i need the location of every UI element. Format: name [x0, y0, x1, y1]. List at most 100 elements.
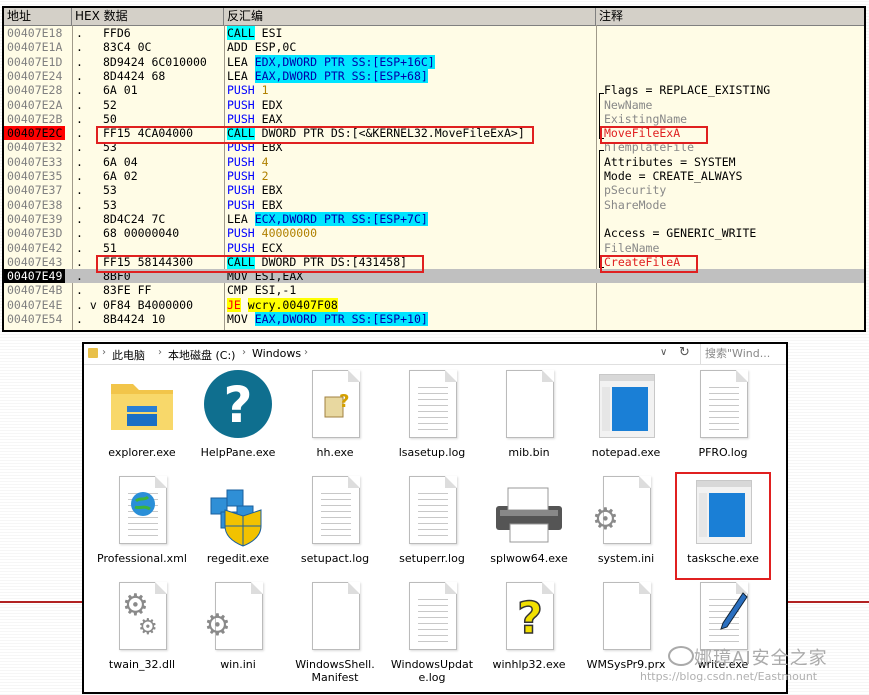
operands: ESI: [261, 26, 283, 40]
row-address: 00407E4B: [7, 283, 63, 298]
operands: EBX: [261, 197, 283, 212]
breadcrumb-local-disk[interactable]: 本地磁盘 (C:): [168, 347, 235, 363]
text-line-decoration: [709, 429, 739, 430]
row-disasm: CMP ESI,-1: [227, 283, 296, 297]
mnemonic: CALL: [227, 26, 255, 41]
row-hex: 0F84 B4000000: [103, 297, 194, 312]
disassembly-row[interactable]: 00407E18. FFD6 CALL ESI: [4, 26, 864, 41]
document-shape: [119, 476, 167, 544]
createfilea-comment-highlight: [600, 255, 698, 273]
disassembly-row[interactable]: 00407E37. 53 PUSH EBX pSecurity: [4, 183, 864, 197]
svg-text:?: ?: [339, 391, 349, 412]
mnemonic: PUSH: [227, 154, 255, 169]
text-line-decoration: [709, 411, 739, 412]
row-address: 00407E35: [7, 169, 63, 183]
row-address: 00407E33: [7, 154, 63, 169]
file-item[interactable]: WindowsUpdat e.log: [384, 578, 480, 686]
row-address: 00407E24: [7, 68, 63, 83]
header-hex[interactable]: HEX 数据: [72, 8, 224, 25]
disassembly-row[interactable]: 00407E3D. 68 00000040 PUSH 40000000 Access …: [4, 226, 864, 240]
row-address: 00407E3D: [7, 226, 63, 241]
file-item[interactable]: regedit.exe: [190, 472, 286, 580]
file-item[interactable]: ? hh.exe: [287, 366, 383, 474]
file-item[interactable]: ⚙ ⚙ twain_32.dll: [94, 578, 190, 686]
disassembly-row[interactable]: 00407E54. 8B4424 10 MOV EAX,DWORD PTR SS:[…: [4, 312, 864, 326]
disassembly-row[interactable]: 00407E39. 8D4C24 7C LEA ECX,DWORD PTR SS:[…: [4, 211, 864, 226]
disassembly-row[interactable]: 00407E35. 6A 02 PUSH 2 Mode = CREATE_ALWAYS: [4, 169, 864, 183]
disassembly-row[interactable]: 00407E1A. 83C4 0C ADD ESP,0C: [4, 40, 864, 54]
file-name-label: setupact.log: [300, 552, 370, 565]
file-item[interactable]: splwow64.exe: [481, 472, 577, 580]
row-address: 00407E54: [7, 312, 63, 326]
file-item[interactable]: notepad.exe: [578, 366, 674, 474]
disassembly-row[interactable]: 00407E38. 53 PUSH EBX ShareMode: [4, 198, 864, 212]
row-marker: .: [76, 283, 83, 298]
disassembly-row[interactable]: 00407E1D. 8D9424 6C010000 LEA EDX,DWORD PT…: [4, 54, 864, 69]
text-line-decoration: [418, 599, 448, 600]
text-file-icon: [395, 582, 469, 654]
address-bar[interactable]: › 此电脑 › 本地磁盘 (C:) › Windows › ∨ ↻ 搜索"Win…: [84, 344, 786, 365]
row-marker: .: [76, 154, 83, 169]
header-disasm[interactable]: 反汇编: [224, 8, 596, 25]
row-disasm: PUSH 4: [227, 155, 269, 169]
row-marker: .: [76, 211, 83, 226]
file-item[interactable]: mib.bin: [481, 366, 577, 474]
window-icon: [589, 370, 663, 442]
file-item[interactable]: ? HelpPane.exe: [190, 366, 286, 474]
row-marker: .: [76, 269, 83, 284]
row-disasm: PUSH ECX: [227, 241, 282, 255]
file-item[interactable]: tasksche.exe: [675, 472, 771, 580]
row-comment: Attributes = SYSTEM: [604, 154, 736, 169]
page-fold-decoration: [445, 476, 457, 488]
chevron-down-icon[interactable]: ∨: [660, 347, 667, 358]
disassembly-row[interactable]: 00407E4B. 83FE FF CMP ESI,-1: [4, 283, 864, 297]
disassembly-row[interactable]: 00407E28. 6A 01 PUSH 1 Flags = REPLACE_EXIS…: [4, 83, 864, 97]
xml-globe-icon: [105, 476, 179, 548]
disassembly-panel[interactable]: 地址 HEX 数据 反汇编 注释 00407E18. FFD6 CALL ESI 00…: [2, 6, 866, 332]
row-marker: .: [76, 240, 83, 255]
text-file-icon: [395, 476, 469, 548]
row-marker: .: [76, 26, 83, 40]
file-name-label: regedit.exe: [206, 552, 270, 565]
help-doc-icon: ?: [298, 370, 372, 442]
file-name-label: HelpPane.exe: [200, 446, 276, 459]
printer-icon: [492, 476, 566, 548]
row-disasm: CALL ESI: [227, 26, 283, 41]
refresh-icon[interactable]: ↻: [679, 345, 690, 360]
row-comment: NewName: [604, 97, 653, 112]
file-name-label: win.ini: [220, 658, 256, 671]
header-address[interactable]: 地址: [4, 8, 72, 25]
row-hex: 6A 04: [103, 154, 138, 169]
sidebar-decoration: [699, 493, 707, 537]
mnemonic: LEA: [227, 54, 248, 69]
search-input[interactable]: 搜索"Wind...: [700, 344, 786, 364]
row-disasm: PUSH EDX: [227, 98, 282, 112]
row-marker: .: [76, 140, 83, 155]
file-item[interactable]: ⚙ win.ini: [190, 578, 286, 686]
disassembly-row[interactable]: 00407E4E . v 0F84 B4000000 JE wcry.00407F08: [4, 297, 864, 312]
file-item[interactable]: lsasetup.log: [384, 366, 480, 474]
row-address: 00407E49: [4, 269, 66, 284]
file-item[interactable]: ⚙ system.ini: [578, 472, 674, 580]
file-item[interactable]: setuperr.log: [384, 472, 480, 580]
breadcrumb-windows[interactable]: Windows: [252, 347, 301, 360]
disassembly-row[interactable]: 00407E42. 51 PUSH ECX FileName: [4, 241, 864, 255]
breadcrumb-this-pc[interactable]: 此电脑: [112, 347, 145, 363]
file-item[interactable]: WindowsShell. Manifest: [287, 578, 383, 686]
mnemonic: LEA: [227, 211, 248, 226]
header-comment[interactable]: 注释: [596, 8, 862, 25]
file-item[interactable]: Professional.xml: [94, 472, 190, 580]
text-line-decoration: [418, 393, 448, 394]
disassembly-row[interactable]: 00407E24. 8D4424 68 LEA EAX,DWORD PTR SS:[…: [4, 68, 864, 83]
disassembly-row[interactable]: 00407E2A. 52 PUSH EDX NewName: [4, 98, 864, 112]
file-item[interactable]: explorer.exe: [94, 366, 190, 474]
disassembly-row[interactable]: 00407E2B. 50 PUSH EAX ExistingName: [4, 112, 864, 126]
document-shape: [700, 370, 748, 438]
row-disasm: PUSH 1: [227, 83, 269, 97]
file-item[interactable]: setupact.log: [287, 472, 383, 580]
file-item[interactable]: ? winhlp32.exe: [481, 578, 577, 686]
file-item[interactable]: PFRO.log: [675, 366, 771, 474]
mnemonic: LEA: [227, 68, 248, 83]
row-hex: 8D4C24 7C: [103, 211, 166, 226]
disassembly-row[interactable]: 00407E33. 6A 04 PUSH 4 Attributes = SYSTEM: [4, 155, 864, 169]
